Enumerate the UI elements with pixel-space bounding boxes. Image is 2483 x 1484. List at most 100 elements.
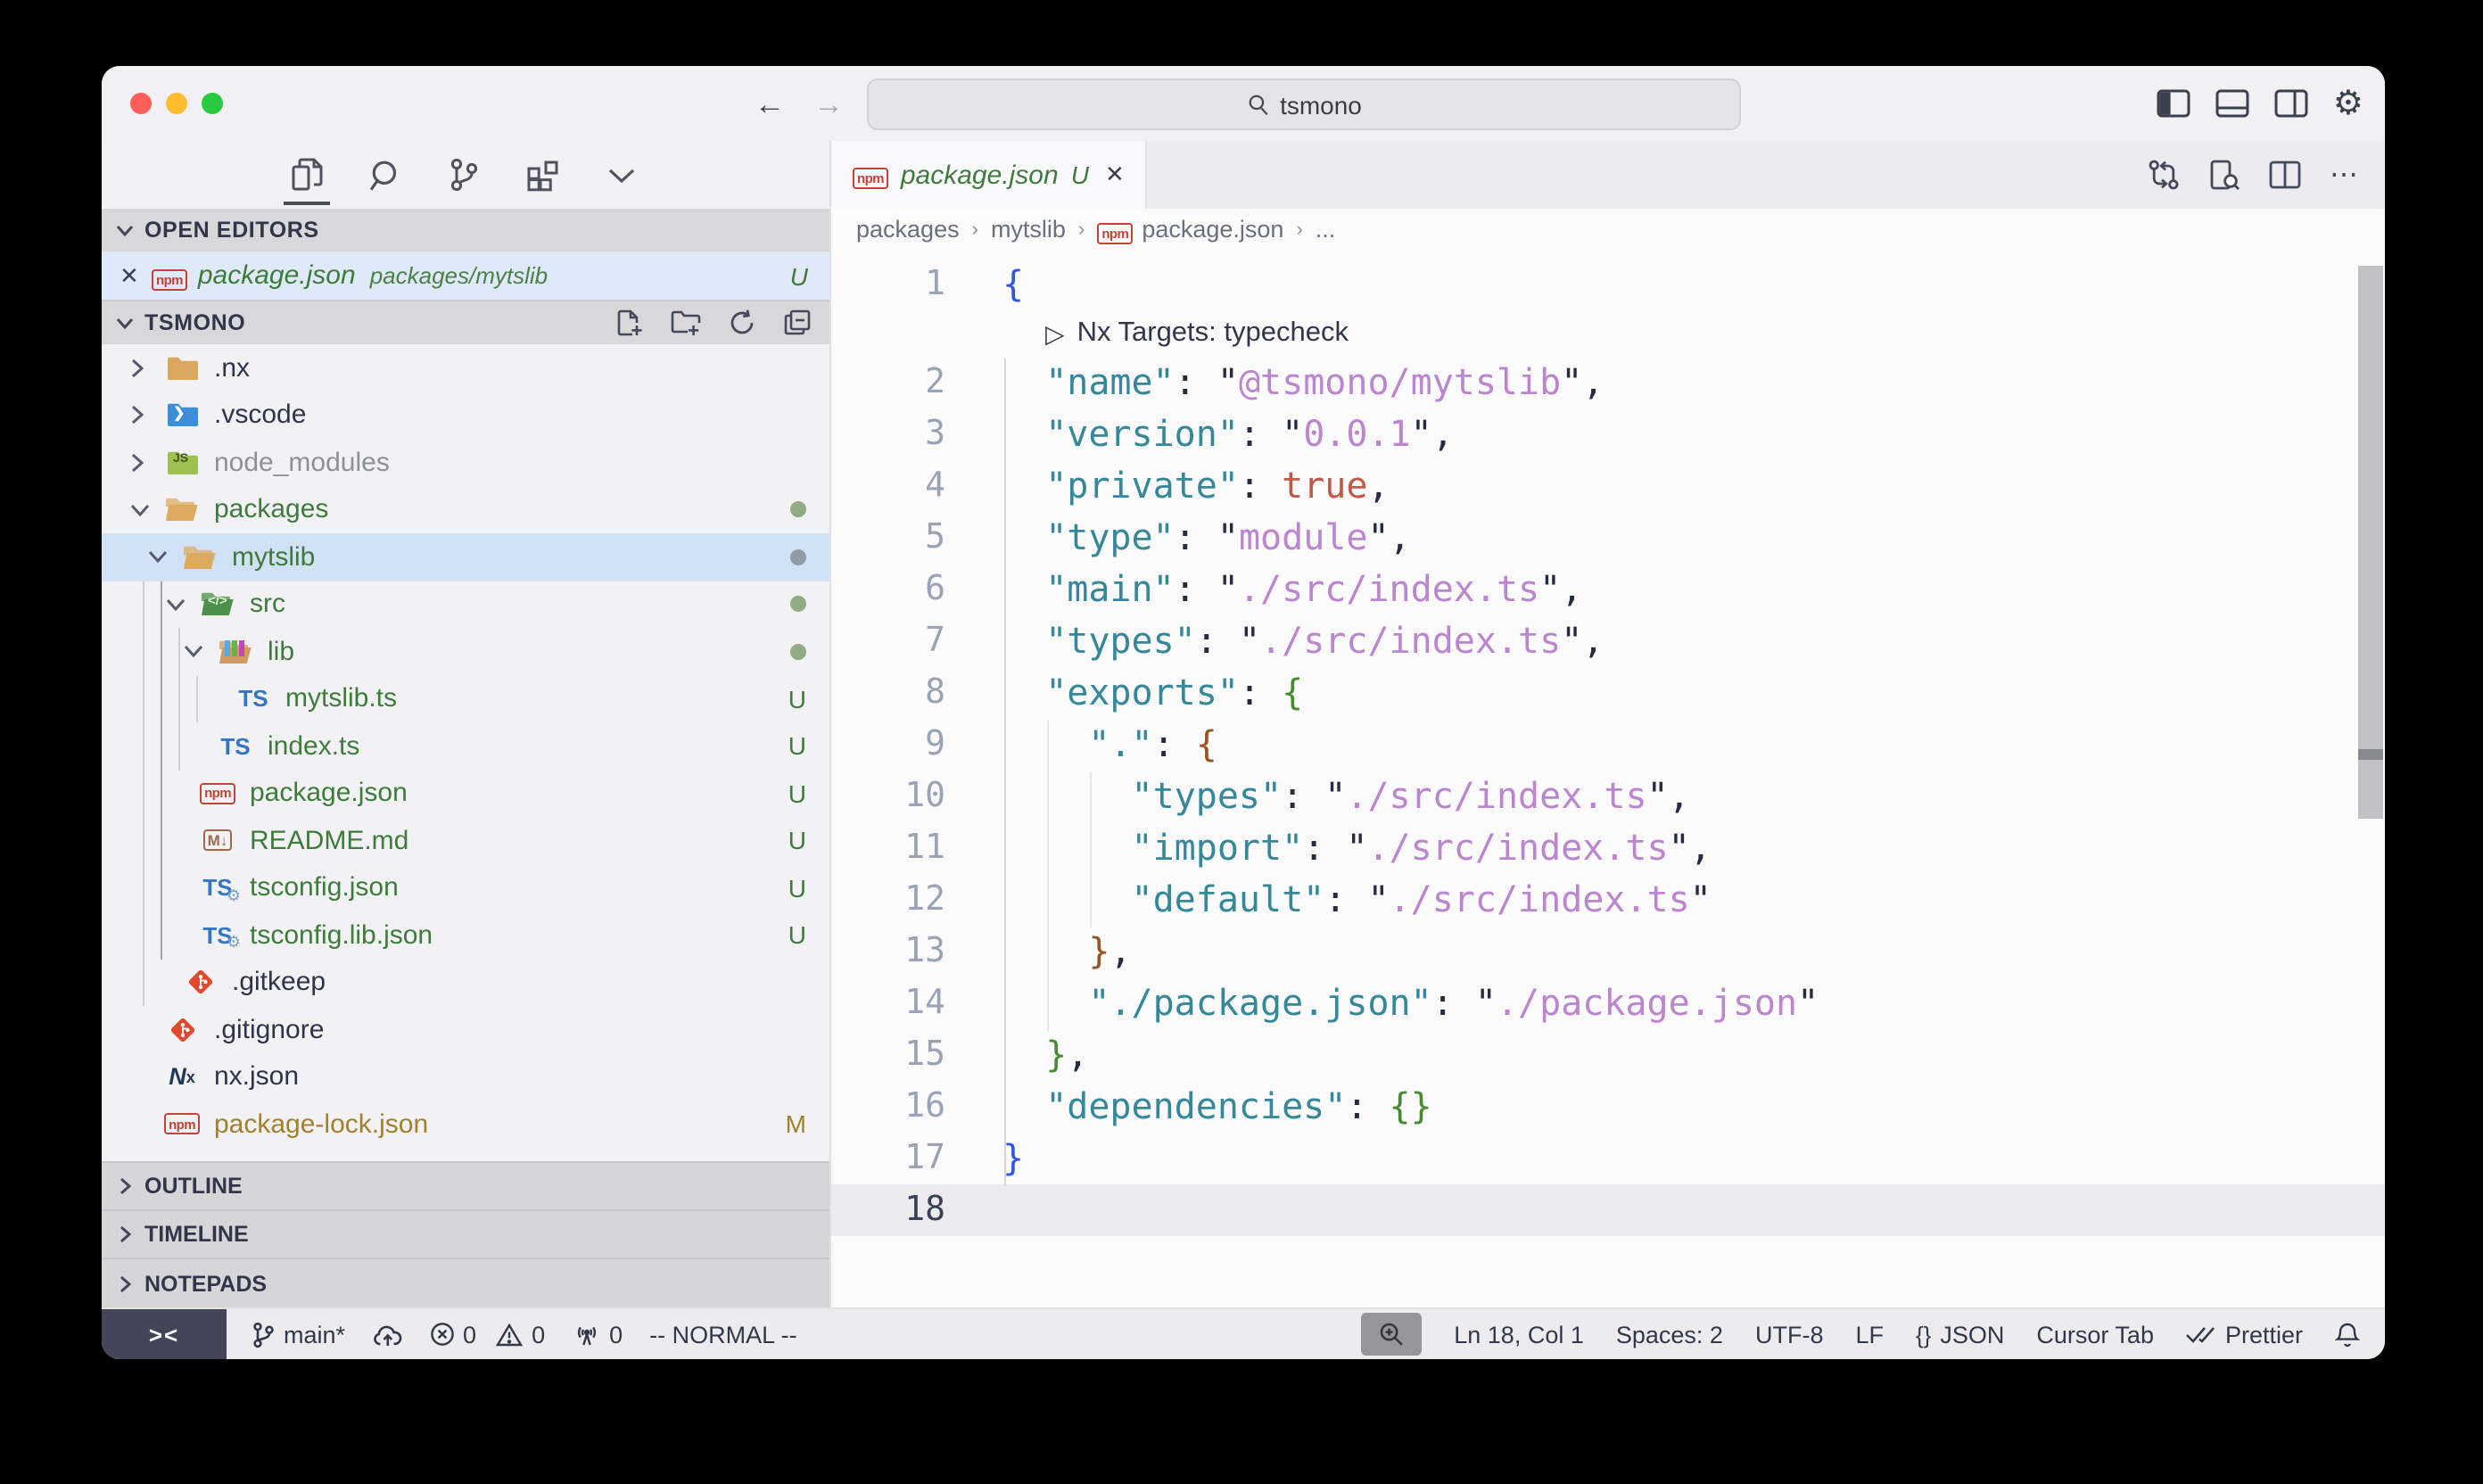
refresh-icon[interactable]	[728, 309, 756, 337]
tree-item--gitkeep[interactable]: .gitkeep	[102, 959, 829, 1006]
code-line-7[interactable]: 7 "types": "./src/index.ts",	[831, 615, 2385, 667]
new-file-icon[interactable]	[615, 309, 644, 337]
formatter-item[interactable]: Prettier	[2186, 1321, 2303, 1348]
source-control-icon[interactable]	[437, 144, 491, 205]
code-line-12[interactable]: 12 "default": "./src/index.ts"	[831, 874, 2385, 926]
eol-item[interactable]: LF	[1855, 1321, 1884, 1348]
back-arrow-icon[interactable]: ←	[755, 88, 785, 119]
problems-item[interactable]: 0 0	[429, 1321, 545, 1348]
extensions-icon[interactable]	[516, 144, 569, 205]
outline-section-header[interactable]: OUTLINE	[102, 1161, 829, 1209]
chevron-down-icon[interactable]	[594, 144, 648, 205]
layout-sidebar-left-icon[interactable]	[2157, 89, 2190, 118]
editor-scrollbar[interactable]	[2358, 266, 2383, 819]
code-line-5[interactable]: 5 "type": "module",	[831, 512, 2385, 564]
tree-item-packages[interactable]: packages	[102, 486, 829, 533]
open-editors-header[interactable]: OPEN EDITORS	[102, 209, 829, 251]
statusbar: >< main* 0 0 0	[102, 1307, 2385, 1359]
vim-mode-item[interactable]: -- NORMAL --	[649, 1321, 797, 1348]
language-label: JSON	[1940, 1321, 2004, 1348]
close-icon[interactable]: ✕	[120, 261, 152, 290]
tree-item-src[interactable]: </>src	[102, 581, 829, 628]
sync-item[interactable]	[372, 1323, 402, 1346]
open-changes-icon[interactable]	[2148, 159, 2180, 191]
run-icon[interactable]: ▷	[1045, 310, 1065, 357]
new-folder-icon[interactable]	[671, 309, 701, 337]
tree-item-tsconfig-lib-json[interactable]: TS⚙tsconfig.lib.jsonU	[102, 911, 829, 959]
titlebar: ← → tsmono ⚙	[102, 66, 2385, 141]
files-icon[interactable]	[280, 144, 334, 205]
code-line-18[interactable]: 18	[831, 1184, 2385, 1236]
bell-icon[interactable]	[2335, 1321, 2360, 1348]
tree-item--nx[interactable]: .nx	[102, 344, 829, 392]
history-nav: ← →	[755, 66, 844, 141]
tab-package-json[interactable]: npm package.json U ✕	[831, 141, 1148, 209]
timeline-section-header[interactable]: TIMELINE	[102, 1209, 829, 1257]
code-line-8[interactable]: 8 "exports": {	[831, 667, 2385, 719]
codelens[interactable]: ▷Nx Targets: typecheck	[831, 310, 2385, 357]
tree-item-readme-md[interactable]: M↓README.mdU	[102, 817, 829, 864]
breadcrumb-item[interactable]: packages	[856, 216, 960, 243]
forward-arrow-icon[interactable]: →	[813, 88, 844, 119]
tab-completion-item[interactable]: Cursor Tab	[2036, 1321, 2154, 1348]
open-editor-item[interactable]: ✕ npm package.json packages/mytslib U	[102, 251, 829, 300]
close-window-button[interactable]	[130, 93, 152, 114]
tree-item-mytslib[interactable]: mytslib	[102, 533, 829, 581]
settings-gear-icon[interactable]: ⚙	[2333, 83, 2363, 124]
code-line-15[interactable]: 15 },	[831, 1029, 2385, 1081]
code-line-9[interactable]: 9 ".": {	[831, 719, 2385, 771]
tree-item-package-json[interactable]: npmpackage.jsonU	[102, 770, 829, 817]
code-line-17[interactable]: 17}	[831, 1133, 2385, 1184]
search-icon[interactable]	[359, 144, 412, 205]
code-line-14[interactable]: 14 "./package.json": "./package.json"	[831, 977, 2385, 1029]
command-center-search[interactable]: tsmono	[867, 78, 1741, 130]
tree-item-nx-json[interactable]: Nxnx.json	[102, 1053, 829, 1101]
code-line-13[interactable]: 13 },	[831, 926, 2385, 977]
code-line-6[interactable]: 6 "main": "./src/index.ts",	[831, 564, 2385, 615]
split-editor-icon[interactable]	[2269, 161, 2301, 189]
language-mode-item[interactable]: {} JSON	[1916, 1321, 2004, 1348]
layout-panel-icon[interactable]	[2215, 89, 2249, 118]
tree-item-mytslib-ts[interactable]: TSmytslib.tsU	[102, 675, 829, 722]
tree-item-node-modules[interactable]: JSnode_modules	[102, 439, 829, 486]
code-line-1[interactable]: 1{	[831, 259, 2385, 310]
breadcrumb-item[interactable]: mytslib	[991, 216, 1066, 243]
remote-indicator[interactable]: ><	[102, 1309, 227, 1359]
code-line-2[interactable]: 2 "name": "@tsmono/mytslib",	[831, 357, 2385, 408]
layout-sidebar-right-icon[interactable]	[2274, 89, 2308, 118]
code-line-10[interactable]: 10 "types": "./src/index.ts",	[831, 771, 2385, 822]
editor-group: npm package.json U ✕	[831, 141, 2385, 1307]
indentation-item[interactable]: Spaces: 2	[1616, 1321, 1723, 1348]
npm-icon: npm	[152, 260, 187, 291]
encoding-item[interactable]: UTF-8	[1755, 1321, 1824, 1348]
tree-item--gitignore[interactable]: .gitignore	[102, 1006, 829, 1053]
collapse-all-icon[interactable]	[783, 309, 812, 337]
line-number: 10	[831, 771, 945, 822]
search-editor-icon[interactable]	[2208, 159, 2240, 191]
cursor-position-item[interactable]: Ln 18, Col 1	[1454, 1321, 1584, 1348]
explorer-section-header[interactable]: TSMONO	[102, 300, 829, 344]
code-line-4[interactable]: 4 "private": true,	[831, 460, 2385, 512]
tree-item-tsconfig-json[interactable]: TS⚙tsconfig.jsonU	[102, 864, 829, 911]
breadcrumb-item[interactable]: package.json	[1142, 216, 1283, 243]
zoom-indicator[interactable]	[1361, 1313, 1422, 1356]
code-line-3[interactable]: 3 "version": "0.0.1",	[831, 408, 2385, 460]
line-number: 7	[831, 615, 945, 667]
tree-item-index-ts[interactable]: TSindex.tsU	[102, 722, 829, 770]
tree-item-package-lock-json[interactable]: npmpackage-lock.jsonM	[102, 1101, 829, 1148]
tree-item--vscode[interactable]: ❯.vscode	[102, 392, 829, 439]
more-actions-icon[interactable]: ⋯	[2330, 157, 2360, 193]
zoom-window-button[interactable]	[202, 93, 223, 114]
line-number: 17	[831, 1133, 945, 1184]
line-number: 3	[831, 408, 945, 460]
code-line-11[interactable]: 11 "import": "./src/index.ts",	[831, 822, 2385, 874]
close-icon[interactable]: ✕	[1105, 161, 1125, 189]
code-line-16[interactable]: 16 "dependencies": {}	[831, 1081, 2385, 1133]
branch-item[interactable]: main*	[252, 1321, 345, 1348]
tree-item-lib[interactable]: lib	[102, 628, 829, 675]
notepads-section-header[interactable]: NOTEPADS	[102, 1257, 829, 1307]
ports-item[interactable]: 0	[572, 1321, 623, 1348]
minimize-window-button[interactable]	[166, 93, 187, 114]
code-editor[interactable]: 1{▷Nx Targets: typecheck2 "name": "@tsmo…	[831, 250, 2385, 1307]
breadcrumb-item[interactable]: ...	[1316, 216, 1336, 243]
